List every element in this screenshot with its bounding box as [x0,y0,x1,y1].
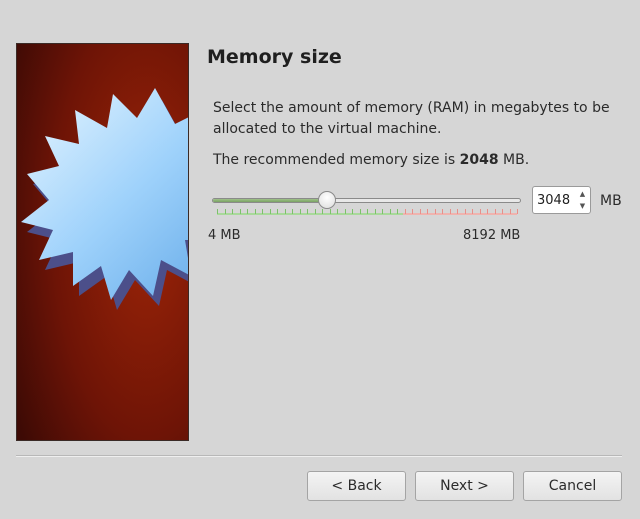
recommended-prefix: The recommended memory size is [213,152,460,168]
memory-unit-label: MB [600,193,622,209]
slider-tick [269,209,271,214]
slider-tick [404,209,406,214]
slider-tick [284,209,286,214]
slider-tick [434,209,436,214]
slider-tick [262,209,263,214]
slider-tick [307,209,308,214]
slider-tick [487,209,488,214]
slider-fill [213,199,328,202]
spin-down-icon[interactable]: ▼ [576,200,589,212]
slider-tick [389,209,391,214]
slider-tick [427,209,428,214]
wizard-side-image [16,43,189,441]
slider-tick [337,209,338,214]
slider-tick [359,209,361,214]
memory-spinbox[interactable]: ▲ ▼ [532,186,591,214]
slider-tick [449,209,451,214]
slider-tick [322,209,323,214]
next-button[interactable]: Next > [415,471,514,501]
page-title: Memory size [207,46,342,68]
slider-thumb[interactable] [317,191,336,209]
recommended-suffix: MB. [498,152,530,168]
slider-tick [239,209,241,214]
slider-tick [457,209,458,214]
slider-track[interactable] [212,198,521,203]
slider-tick [412,209,413,214]
slider-tick [367,209,368,214]
slider-tick [472,209,473,214]
recommended-memory-text: The recommended memory size is 2048 MB. [213,152,529,168]
slider-tick [232,209,233,214]
slider-ticks [217,209,518,215]
slider-tick [314,209,316,214]
slider-tick [352,209,353,214]
slider-tick [464,209,466,214]
slider-tick [494,209,496,214]
memory-input[interactable] [535,189,577,211]
slider-min-label: 4 MB [208,228,241,243]
spin-up-icon[interactable]: ▲ [576,188,589,200]
memory-slider[interactable] [212,190,522,220]
slider-tick [517,209,518,214]
slider-tick [419,209,421,214]
back-button[interactable]: < Back [307,471,406,501]
slider-tick [509,209,511,214]
memory-description: Select the amount of memory (RAM) in meg… [213,100,610,137]
slider-tick [277,209,278,214]
slider-tick [382,209,383,214]
slider-tick [224,209,226,214]
cancel-button[interactable]: Cancel [523,471,622,501]
slider-tick [217,209,218,214]
slider-tick [292,209,293,214]
slider-tick [329,209,331,214]
slider-tick [374,209,376,214]
slider-tick [502,209,503,214]
slider-tick [254,209,256,214]
slider-tick [344,209,346,214]
recommended-memory-value: 2048 [459,152,499,168]
slider-tick [479,209,481,214]
slider-tick [247,209,248,214]
footer-divider [16,455,622,457]
slider-tick [397,209,398,214]
slider-tick [299,209,301,214]
slider-max-label: 8192 MB [463,228,521,243]
starburst-graphic [17,44,188,440]
slider-tick [442,209,443,214]
